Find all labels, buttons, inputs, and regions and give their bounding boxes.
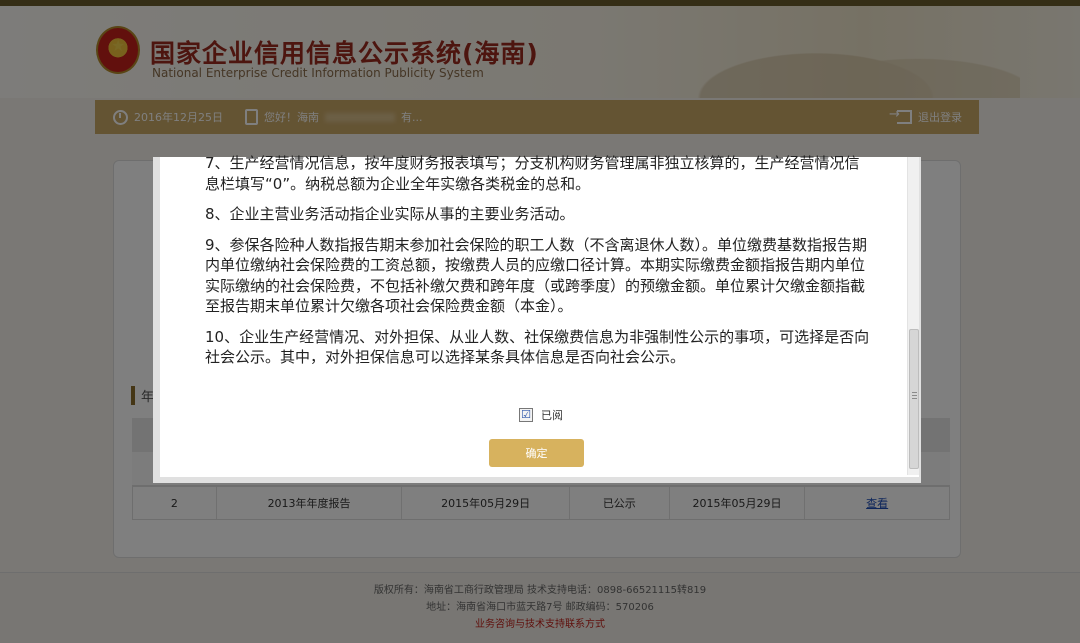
read-checkbox-label: 已阅 <box>541 409 563 422</box>
notice-dialog: 7、生产经营情况信息，按年度财务报表填写；分支机构财务管理属非独立核算的，生产经… <box>153 154 921 483</box>
read-checkbox[interactable]: ☑ <box>519 408 533 422</box>
notice-content: 7、生产经营情况信息，按年度财务报表填写；分支机构财务管理属非独立核算的，生产经… <box>205 154 873 378</box>
notice-paragraph: 7、生产经营情况信息，按年度财务报表填写；分支机构财务管理属非独立核算的，生产经… <box>205 154 860 193</box>
dialog-scrollbar[interactable] <box>907 157 919 475</box>
read-confirmation[interactable]: ☑ 已阅 <box>519 407 563 423</box>
confirm-button[interactable]: 确定 <box>489 439 584 467</box>
notice-paragraph: 9、参保各险种人数指报告期末参加社会保险的职工人数（不含离退休人数）。单位缴费基… <box>205 235 868 316</box>
scroll-grip-icon <box>912 392 917 400</box>
notice-paragraph: 8、企业主营业务活动指企业实际从事的主要业务活动。 <box>205 205 575 223</box>
notice-paragraph: 10、企业生产经营情况、对外担保、从业人数、社保缴费信息为非强制性公示的事项，可… <box>205 327 870 367</box>
scrollbar-thumb[interactable] <box>909 329 919 469</box>
